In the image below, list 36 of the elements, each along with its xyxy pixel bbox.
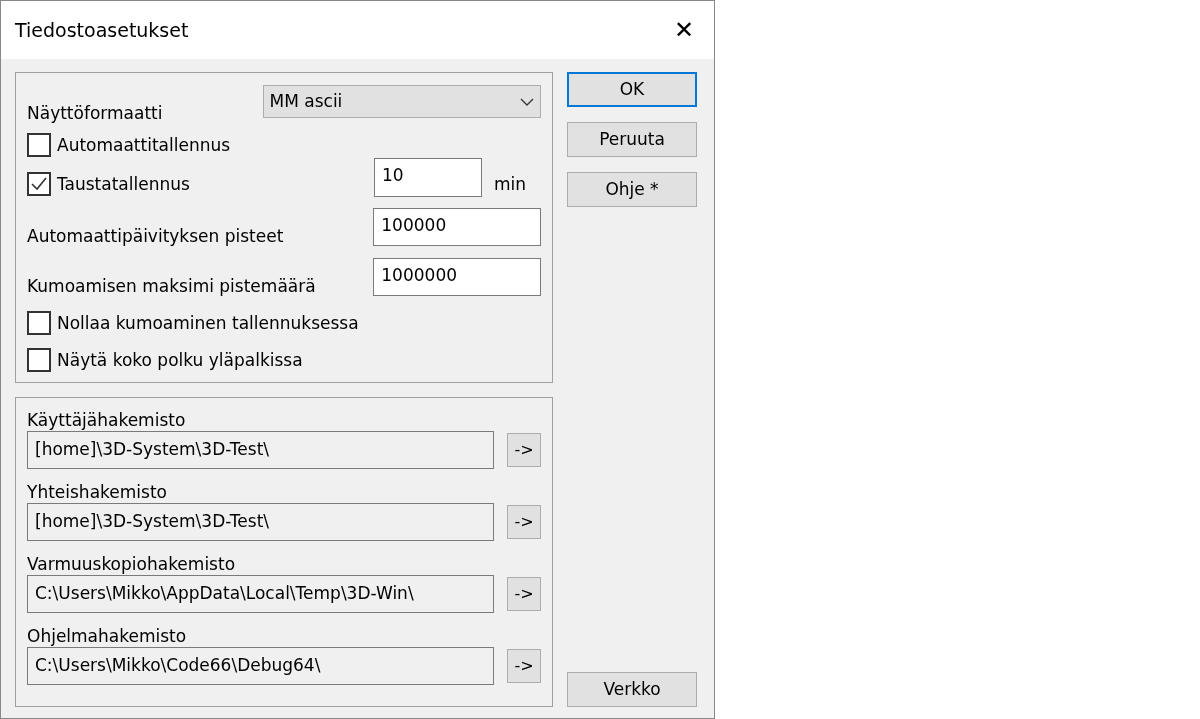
directory-label: Käyttäjähakemisto <box>27 409 187 431</box>
directory-label: Ohjelmahakemisto <box>27 625 188 647</box>
checkbox-label: Nollaa kumoaminen tallennuksessa <box>57 311 359 335</box>
minutes-input[interactable]: 10 <box>374 158 482 197</box>
format-dropdown[interactable]: MM ascii <box>262 85 541 118</box>
dialog-button[interactable]: Ohje * <box>567 172 697 207</box>
checkbox-label: Automaattitallennus <box>57 133 231 157</box>
window-title: Tiedostoasetukset <box>15 17 189 43</box>
checkbox-label: Näytä koko polku yläpalkissa <box>57 348 303 372</box>
checkbox-label: Taustatallennus <box>57 172 190 196</box>
path-field[interactable]: [home]\3D-System\3D-Test\ <box>27 503 494 541</box>
directory-label: Varmuuskopiohakemisto <box>27 553 237 575</box>
path-field[interactable]: C:\Users\Mikko\AppData\Local\Temp\3D-Win\ <box>27 575 494 613</box>
checkbox[interactable] <box>27 133 51 158</box>
dialog-button[interactable]: OK <box>567 72 697 107</box>
browse-button[interactable]: -> <box>507 649 541 683</box>
browse-button[interactable]: -> <box>507 577 541 611</box>
checkmark-icon <box>31 177 47 192</box>
field-label: Näyttöformaatti <box>27 105 164 122</box>
checkbox[interactable] <box>27 348 51 373</box>
number-input[interactable]: 100000 <box>373 208 541 246</box>
directory-label: Yhteishakemisto <box>27 481 168 503</box>
path-field[interactable]: C:\Users\Mikko\Code66\Debug64\ <box>27 647 494 685</box>
network-button[interactable]: Verkko <box>567 672 697 707</box>
chevron-down-icon <box>520 97 534 106</box>
browse-button[interactable]: -> <box>507 505 541 539</box>
number-input[interactable]: 1000000 <box>373 258 541 296</box>
checkbox[interactable] <box>27 311 51 336</box>
unit-label: min <box>494 172 527 196</box>
browse-button[interactable]: -> <box>507 433 541 467</box>
field-label: Kumoamisen maksimi pistemäärä <box>27 274 317 298</box>
close-button[interactable]: ✕ <box>673 18 694 42</box>
dialog-button[interactable]: Peruuta <box>567 122 697 157</box>
path-field[interactable]: [home]\3D-System\3D-Test\ <box>27 431 494 469</box>
field-label: Automaattipäivityksen pisteet <box>27 224 285 248</box>
checkbox[interactable] <box>27 172 51 197</box>
